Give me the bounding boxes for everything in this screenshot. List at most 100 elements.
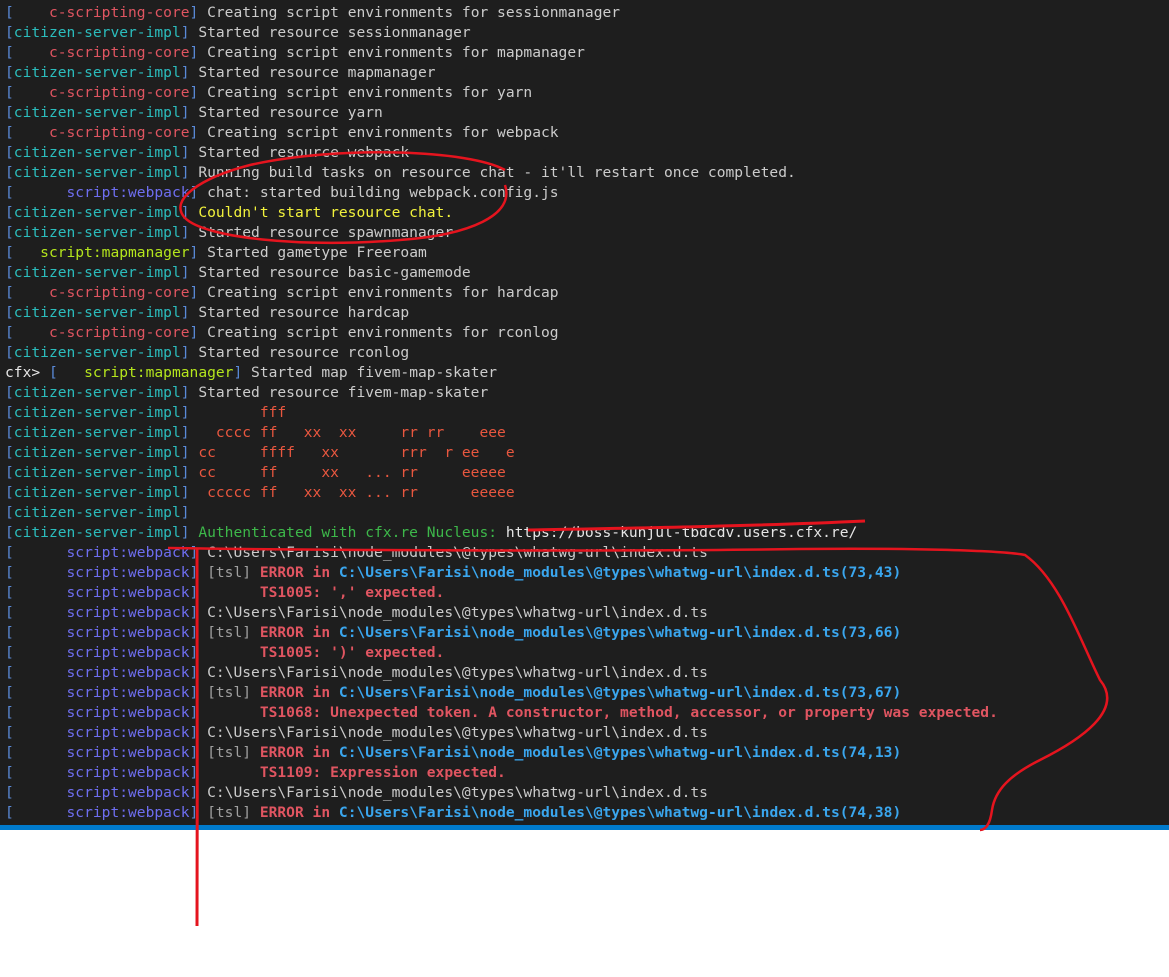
error-message: TS1109: Expression expected. xyxy=(207,764,506,781)
bracket-close: ] xyxy=(180,104,199,121)
bracket-open: [ xyxy=(5,24,14,41)
tsl-label: [tsl] xyxy=(207,684,260,701)
log-message: Creating script environments for webpack xyxy=(207,124,559,141)
bracket-close: ] xyxy=(189,644,208,661)
log-source-tag: citizen-server-impl xyxy=(13,144,181,161)
bracket-open: [ xyxy=(5,524,14,541)
error-label: ERROR xyxy=(259,684,304,701)
bracket-close: ] xyxy=(189,744,208,761)
log-message: C:\Users\Farisi\node_modules\@types\what… xyxy=(207,784,708,801)
bracket-close: ] xyxy=(189,704,208,721)
bracket-close: ] xyxy=(189,44,208,61)
bracket-open: [ xyxy=(5,324,14,341)
log-line: [citizen-server-impl] Started resource s… xyxy=(5,23,471,43)
error-file-path: C:\Users\Farisi\node_modules\@types\what… xyxy=(338,684,902,701)
log-line: [ script:webpack] [tsl] ERROR in C:\User… xyxy=(5,623,901,643)
log-message: Started resource hardcap xyxy=(198,304,410,321)
log-line: [citizen-server-impl] cccc ff xx xx rr r… xyxy=(5,423,506,443)
log-message: Authenticated with cfx.re Nucleus: xyxy=(198,524,506,541)
log-line: [citizen-server-impl] Running build task… xyxy=(5,163,796,183)
log-line: [citizen-server-impl] Authenticated with… xyxy=(5,523,857,543)
error-label: ERROR xyxy=(259,744,304,761)
log-message: Started resource sessionmanager xyxy=(198,24,471,41)
log-line: [ c-scripting-core] Creating script envi… xyxy=(5,283,559,303)
error-file-path: C:\Users\Farisi\node_modules\@types\what… xyxy=(338,804,902,821)
bracket-open: [ xyxy=(5,444,14,461)
log-message: ccccc ff xx xx ... rr eeeee xyxy=(198,484,515,501)
bracket-close: ] xyxy=(189,804,208,821)
tsl-label: [tsl] xyxy=(207,744,260,761)
tsl-label: [tsl] xyxy=(207,564,260,581)
bracket-close: ] xyxy=(189,624,208,641)
log-line: [ c-scripting-core] Creating script envi… xyxy=(5,83,532,103)
bracket-open: [ xyxy=(5,484,14,501)
bracket-open: [ xyxy=(5,164,14,181)
log-source-tag: script:webpack xyxy=(13,624,190,641)
log-source-tag: citizen-server-impl xyxy=(13,464,181,481)
bracket-close: ] xyxy=(180,464,199,481)
log-message: Started resource rconlog xyxy=(198,344,410,361)
log-line: [ script:webpack] TS1109: Expression exp… xyxy=(5,763,506,783)
log-message: Creating script environments for session… xyxy=(207,4,621,21)
bracket-close: ] xyxy=(180,304,199,321)
log-line: [citizen-server-impl] Started resource r… xyxy=(5,343,409,363)
error-file-path: C:\Users\Farisi\node_modules\@types\what… xyxy=(338,624,902,641)
bracket-close: ] xyxy=(189,184,208,201)
log-source-tag: script:mapmanager xyxy=(57,364,234,381)
log-source-tag: citizen-server-impl xyxy=(13,304,181,321)
bracket-open: [ xyxy=(5,344,14,361)
bracket-close: ] xyxy=(189,564,208,581)
log-source-tag: citizen-server-impl xyxy=(13,524,181,541)
error-in-text: in xyxy=(303,684,339,701)
bracket-open: [ xyxy=(5,284,14,301)
bracket-close: ] xyxy=(180,224,199,241)
log-source-tag: script:webpack xyxy=(13,644,190,661)
bracket-close: ] xyxy=(189,664,208,681)
bracket-open: [ xyxy=(5,4,14,21)
bracket-close: ] xyxy=(180,444,199,461)
bracket-close: ] xyxy=(180,524,199,541)
log-source-tag: script:webpack xyxy=(13,804,190,821)
bracket-close: ] xyxy=(189,684,208,701)
bracket-open: [ xyxy=(5,584,14,601)
log-source-tag: c-scripting-core xyxy=(13,44,190,61)
log-source-tag: script:webpack xyxy=(13,724,190,741)
console-prompt: cfx> xyxy=(5,364,49,381)
log-message: Started map fivem-map-skater xyxy=(251,364,498,381)
bracket-open: [ xyxy=(5,784,14,801)
log-message: Started resource basic-gamemode xyxy=(198,264,471,281)
bracket-close: ] xyxy=(180,404,199,421)
log-message: Creating script environments for mapmana… xyxy=(207,44,585,61)
error-label: ERROR xyxy=(259,624,304,641)
error-label: ERROR xyxy=(259,804,304,821)
log-line: [citizen-server-impl] Started resource y… xyxy=(5,103,383,123)
bracket-close: ] xyxy=(189,584,208,601)
bracket-close: ] xyxy=(233,364,252,381)
log-source-tag: citizen-server-impl xyxy=(13,444,181,461)
log-line: [citizen-server-impl] Started resource h… xyxy=(5,303,409,323)
bracket-close: ] xyxy=(180,504,199,521)
bracket-close: ] xyxy=(180,344,199,361)
bracket-open: [ xyxy=(5,44,14,61)
status-bar xyxy=(0,825,1169,830)
bracket-open: [ xyxy=(5,744,14,761)
bracket-close: ] xyxy=(189,764,208,781)
bracket-open: [ xyxy=(5,704,14,721)
bracket-open: [ xyxy=(5,604,14,621)
bracket-close: ] xyxy=(180,424,199,441)
error-message: TS1068: Unexpected token. A constructor,… xyxy=(207,704,998,721)
bracket-open: [ xyxy=(5,564,14,581)
bracket-close: ] xyxy=(180,64,199,81)
log-line: [citizen-server-impl] Started resource s… xyxy=(5,223,453,243)
log-line: cfx> [ script:mapmanager] Started map fi… xyxy=(5,363,497,383)
log-message: C:\Users\Farisi\node_modules\@types\what… xyxy=(207,724,708,741)
bracket-open: [ xyxy=(5,384,14,401)
bracket-open: [ xyxy=(5,124,14,141)
bracket-open: [ xyxy=(5,304,14,321)
error-in-text: in xyxy=(303,804,339,821)
bracket-open: [ xyxy=(5,104,14,121)
bracket-close: ] xyxy=(180,484,199,501)
bracket-close: ] xyxy=(180,164,199,181)
log-source-tag: citizen-server-impl xyxy=(13,64,181,81)
bracket-open: [ xyxy=(5,64,14,81)
